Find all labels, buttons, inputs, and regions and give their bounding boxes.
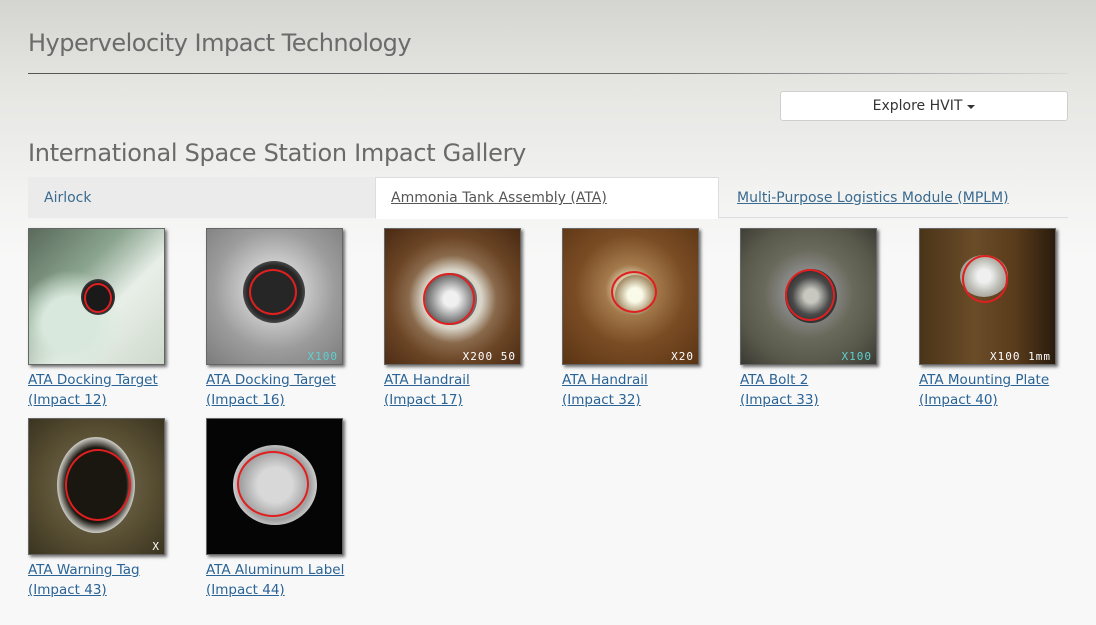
impact-thumbnail[interactable]: X100 1mm [919, 228, 1056, 365]
item-impact: (Impact 17) [384, 392, 463, 408]
tab-mplm[interactable]: Multi-Purpose Logistics Module (MPLM) [720, 177, 1068, 218]
gallery-item: ATA Docking Target (Impact 12) [28, 228, 188, 410]
explore-hvit-dropdown-button[interactable]: Explore HVIT [780, 91, 1068, 121]
impact-thumbnail[interactable] [28, 228, 165, 365]
gallery-tabs: Airlock Ammonia Tank Assembly (ATA) Mult… [28, 177, 1068, 219]
gallery-link[interactable]: ATA Docking Target (Impact 12) [28, 370, 188, 410]
gallery-item: X ATA Warning Tag (Impact 43) [28, 418, 188, 600]
scale-label: X [152, 540, 160, 553]
explore-label: Explore HVIT [872, 98, 963, 114]
gallery-link[interactable]: ATA Handrail (Impact 17) [384, 370, 544, 410]
scale-label: X200 50 [462, 350, 516, 363]
scale-label: X100 [841, 350, 872, 363]
title-divider [28, 73, 1068, 74]
gallery-item: X200 50 ATA Handrail (Impact 17) [384, 228, 544, 410]
gallery-link[interactable]: ATA Aluminum Label (Impact 44) [206, 560, 366, 600]
item-impact: (Impact 43) [28, 582, 107, 598]
tab-airlock[interactable]: Airlock [28, 177, 375, 218]
page-title: International Space Station Impact Galle… [28, 139, 527, 167]
item-name: ATA Mounting Plate [919, 372, 1050, 388]
scale-label: X100 [307, 350, 338, 363]
tab-label: Multi-Purpose Logistics Module (MPLM) [737, 189, 1009, 206]
caret-down-icon [967, 105, 976, 109]
item-impact: (Impact 12) [28, 392, 107, 408]
item-name: ATA Handrail [384, 372, 470, 388]
gallery-item: X100 ATA Bolt 2 (Impact 33) [740, 228, 900, 410]
gallery-link[interactable]: ATA Warning Tag (Impact 43) [28, 560, 188, 600]
impact-thumbnail[interactable]: X [28, 418, 165, 555]
impact-thumbnail[interactable]: X20 [562, 228, 699, 365]
tab-ata[interactable]: Ammonia Tank Assembly (ATA) [375, 177, 719, 219]
tab-label: Ammonia Tank Assembly (ATA) [391, 190, 607, 206]
gallery-item: ATA Aluminum Label (Impact 44) [206, 418, 366, 600]
gallery-link[interactable]: ATA Handrail (Impact 32) [562, 370, 722, 410]
impact-thumbnail[interactable] [206, 418, 343, 555]
item-name: ATA Bolt 2 [740, 372, 809, 388]
item-impact: (Impact 44) [206, 582, 285, 598]
item-impact: (Impact 33) [740, 392, 819, 408]
item-name: ATA Handrail [562, 372, 648, 388]
impact-thumbnail[interactable]: X100 [206, 228, 343, 365]
item-name: ATA Docking Target [28, 372, 158, 388]
site-title: Hypervelocity Impact Technology [28, 29, 412, 57]
item-name: ATA Aluminum Label [206, 562, 345, 578]
gallery-item: X100 ATA Docking Target (Impact 16) [206, 228, 366, 410]
gallery-item: X100 1mm ATA Mounting Plate (Impact 40) [919, 228, 1079, 410]
gallery-item: X20 ATA Handrail (Impact 32) [562, 228, 722, 410]
scale-label: X20 [671, 350, 694, 363]
impact-thumbnail[interactable]: X100 [740, 228, 877, 365]
gallery-link[interactable]: ATA Mounting Plate (Impact 40) [919, 370, 1079, 410]
item-impact: (Impact 40) [919, 392, 998, 408]
item-impact: (Impact 16) [206, 392, 285, 408]
item-name: ATA Docking Target [206, 372, 336, 388]
item-impact: (Impact 32) [562, 392, 641, 408]
item-name: ATA Warning Tag [28, 562, 140, 578]
gallery-link[interactable]: ATA Docking Target (Impact 16) [206, 370, 366, 410]
tab-label: Airlock [44, 189, 92, 206]
scale-label: X100 1mm [990, 350, 1051, 363]
gallery-link[interactable]: ATA Bolt 2 (Impact 33) [740, 370, 900, 410]
impact-thumbnail[interactable]: X200 50 [384, 228, 521, 365]
